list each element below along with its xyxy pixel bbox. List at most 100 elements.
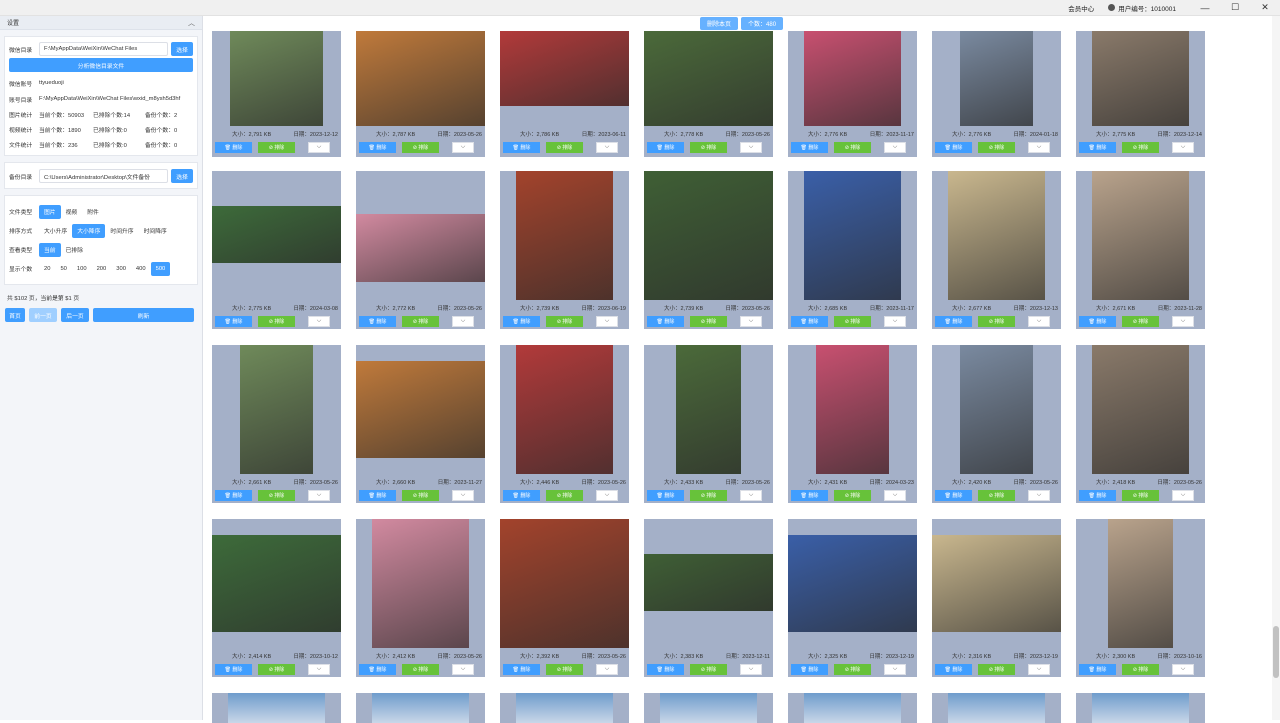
more-dropdown-icon[interactable]: ⌵ bbox=[308, 489, 330, 501]
exclude-photo-button[interactable]: ⊘ 排除 bbox=[258, 141, 295, 153]
photo-thumbnail[interactable] bbox=[644, 554, 773, 611]
more-dropdown-icon[interactable]: ⌵ bbox=[740, 141, 762, 153]
photo-card[interactable]: 大小：2,775 KB 日期：2023-12-14 🗑 删除 ⊘ 排除 ⌵ bbox=[1076, 31, 1205, 157]
photo-card[interactable]: 大小：2,772 KB 日期：2023-05-26 🗑 删除 ⊘ 排除 ⌵ bbox=[356, 171, 485, 329]
next-page-button[interactable]: 后一页 bbox=[61, 308, 89, 322]
photo-card[interactable]: 大小：2,418 KB 日期：2023-05-26 🗑 删除 ⊘ 排除 ⌵ bbox=[1076, 345, 1205, 503]
photo-card[interactable]: 大小：2,433 KB 日期：2023-05-26 🗑 删除 ⊘ 排除 ⌵ bbox=[644, 345, 773, 503]
minimize-button[interactable]: — bbox=[1190, 0, 1220, 16]
count-300[interactable]: 300 bbox=[111, 262, 131, 276]
more-dropdown-icon[interactable]: ⌵ bbox=[884, 489, 906, 501]
photo-thumbnail[interactable] bbox=[932, 535, 1061, 632]
delete-photo-button[interactable]: 🗑 删除 bbox=[791, 315, 828, 327]
photo-card[interactable]: 大小：2,786 KB 日期：2023-06-11 🗑 删除 ⊘ 排除 ⌵ bbox=[500, 31, 629, 157]
exclude-photo-button[interactable]: ⊘ 排除 bbox=[402, 489, 439, 501]
count-500[interactable]: 500 bbox=[150, 261, 171, 276]
delete-photo-button[interactable]: 🗑 删除 bbox=[935, 315, 972, 327]
photo-thumbnail[interactable] bbox=[948, 171, 1045, 300]
maximize-button[interactable]: ☐ bbox=[1220, 0, 1250, 16]
photo-card[interactable]: 大小：2,787 KB 日期：2023-05-26 🗑 删除 ⊘ 排除 ⌵ bbox=[356, 31, 485, 157]
scrollbar[interactable] bbox=[1272, 16, 1280, 720]
exclude-photo-button[interactable]: ⊘ 排除 bbox=[1122, 489, 1159, 501]
photo-thumbnail[interactable] bbox=[228, 693, 325, 723]
sort-size-asc[interactable]: 大小升序 bbox=[39, 224, 72, 238]
exclude-photo-button[interactable]: ⊘ 排除 bbox=[546, 315, 583, 327]
photo-card[interactable] bbox=[212, 693, 341, 723]
prev-page-button[interactable]: 前一页 bbox=[29, 308, 57, 322]
photo-card[interactable]: 大小：2,671 KB 日期：2023-11-28 🗑 删除 ⊘ 排除 ⌵ bbox=[1076, 171, 1205, 329]
photo-card[interactable] bbox=[500, 693, 629, 723]
exclude-photo-button[interactable]: ⊘ 排除 bbox=[690, 663, 727, 675]
more-dropdown-icon[interactable]: ⌵ bbox=[1172, 663, 1194, 675]
exclude-photo-button[interactable]: ⊘ 排除 bbox=[1122, 663, 1159, 675]
photo-thumbnail[interactable] bbox=[1108, 519, 1173, 648]
exclude-photo-button[interactable]: ⊘ 排除 bbox=[258, 663, 295, 675]
count-100[interactable]: 100 bbox=[72, 262, 92, 276]
delete-photo-button[interactable]: 🗑 删除 bbox=[647, 315, 684, 327]
count-200[interactable]: 200 bbox=[92, 262, 112, 276]
delete-photo-button[interactable]: 🗑 删除 bbox=[1079, 141, 1116, 153]
photo-card[interactable]: 大小：2,660 KB 日期：2023-11-27 🗑 删除 ⊘ 排除 ⌵ bbox=[356, 345, 485, 503]
photo-thumbnail[interactable] bbox=[212, 535, 341, 632]
first-page-button[interactable]: 首页 bbox=[5, 308, 25, 322]
photo-card[interactable]: 大小：2,392 KB 日期：2023-05-26 🗑 删除 ⊘ 排除 ⌵ bbox=[500, 519, 629, 677]
delete-photo-button[interactable]: 🗑 删除 bbox=[647, 663, 684, 675]
delete-photo-button[interactable]: 🗑 删除 bbox=[503, 489, 540, 501]
more-dropdown-icon[interactable]: ⌵ bbox=[596, 315, 618, 327]
photo-card[interactable]: 大小：2,300 KB 日期：2023-10-16 🗑 删除 ⊘ 排除 ⌵ bbox=[1076, 519, 1205, 677]
photo-card[interactable]: 大小：2,446 KB 日期：2023-05-26 🗑 删除 ⊘ 排除 ⌵ bbox=[500, 345, 629, 503]
count-400[interactable]: 400 bbox=[131, 262, 151, 276]
exclude-photo-button[interactable]: ⊘ 排除 bbox=[834, 141, 871, 153]
photo-card[interactable]: 大小：2,661 KB 日期：2023-05-26 🗑 删除 ⊘ 排除 ⌵ bbox=[212, 345, 341, 503]
exclude-photo-button[interactable]: ⊘ 排除 bbox=[834, 489, 871, 501]
count-20[interactable]: 20 bbox=[39, 262, 55, 276]
delete-photo-button[interactable]: 🗑 删除 bbox=[935, 141, 972, 153]
scrollbar-thumb[interactable] bbox=[1273, 626, 1279, 678]
exclude-photo-button[interactable]: ⊘ 排除 bbox=[1122, 141, 1159, 153]
photo-card[interactable] bbox=[932, 693, 1061, 723]
photo-thumbnail[interactable] bbox=[644, 31, 773, 126]
more-dropdown-icon[interactable]: ⌵ bbox=[740, 315, 762, 327]
photo-thumbnail[interactable] bbox=[372, 519, 469, 648]
more-dropdown-icon[interactable]: ⌵ bbox=[1028, 315, 1050, 327]
exclude-photo-button[interactable]: ⊘ 排除 bbox=[834, 663, 871, 675]
exclude-photo-button[interactable]: ⊘ 排除 bbox=[546, 663, 583, 675]
exclude-photo-button[interactable]: ⊘ 排除 bbox=[978, 141, 1015, 153]
delete-photo-button[interactable]: 🗑 删除 bbox=[503, 315, 540, 327]
exclude-photo-button[interactable]: ⊘ 排除 bbox=[402, 315, 439, 327]
more-dropdown-icon[interactable]: ⌵ bbox=[452, 141, 474, 153]
sort-time-desc[interactable]: 时间降序 bbox=[139, 224, 172, 238]
delete-photo-button[interactable]: 🗑 删除 bbox=[359, 489, 396, 501]
more-dropdown-icon[interactable]: ⌵ bbox=[308, 141, 330, 153]
photo-card[interactable]: 大小：2,791 KB 日期：2023-12-12 🗑 删除 ⊘ 排除 ⌵ bbox=[212, 31, 341, 157]
photo-thumbnail[interactable] bbox=[516, 693, 613, 723]
more-dropdown-icon[interactable]: ⌵ bbox=[1028, 663, 1050, 675]
more-dropdown-icon[interactable]: ⌵ bbox=[596, 489, 618, 501]
more-dropdown-icon[interactable]: ⌵ bbox=[596, 663, 618, 675]
delete-photo-button[interactable]: 🗑 删除 bbox=[1079, 663, 1116, 675]
delete-photo-button[interactable]: 🗑 删除 bbox=[1079, 315, 1116, 327]
more-dropdown-icon[interactable]: ⌵ bbox=[452, 663, 474, 675]
photo-thumbnail[interactable] bbox=[660, 693, 757, 723]
exclude-photo-button[interactable]: ⊘ 排除 bbox=[690, 489, 727, 501]
photo-card[interactable]: 大小：2,739 KB 日期：2023-06-19 🗑 删除 ⊘ 排除 ⌵ bbox=[500, 171, 629, 329]
photo-thumbnail[interactable] bbox=[804, 31, 901, 126]
exclude-photo-button[interactable]: ⊘ 排除 bbox=[402, 141, 439, 153]
delete-photo-button[interactable]: 🗑 删除 bbox=[215, 663, 252, 675]
more-dropdown-icon[interactable]: ⌵ bbox=[452, 489, 474, 501]
exclude-photo-button[interactable]: ⊘ 排除 bbox=[690, 141, 727, 153]
more-dropdown-icon[interactable]: ⌵ bbox=[1028, 489, 1050, 501]
refresh-button[interactable]: 刷新 bbox=[93, 308, 194, 322]
sort-size-desc[interactable]: 大小降序 bbox=[72, 223, 106, 238]
exclude-photo-button[interactable]: ⊘ 排除 bbox=[258, 489, 295, 501]
photo-card[interactable] bbox=[644, 693, 773, 723]
photo-thumbnail[interactable] bbox=[356, 361, 485, 458]
photo-card[interactable]: 大小：2,685 KB 日期：2023-11-17 🗑 删除 ⊘ 排除 ⌵ bbox=[788, 171, 917, 329]
exclude-photo-button[interactable]: ⊘ 排除 bbox=[978, 489, 1015, 501]
photo-thumbnail[interactable] bbox=[372, 693, 469, 723]
photo-card[interactable]: 大小：2,383 KB 日期：2023-12-11 🗑 删除 ⊘ 排除 ⌵ bbox=[644, 519, 773, 677]
exclude-photo-button[interactable]: ⊘ 排除 bbox=[546, 141, 583, 153]
more-dropdown-icon[interactable]: ⌵ bbox=[1172, 489, 1194, 501]
delete-photo-button[interactable]: 🗑 删除 bbox=[647, 489, 684, 501]
more-dropdown-icon[interactable]: ⌵ bbox=[740, 663, 762, 675]
